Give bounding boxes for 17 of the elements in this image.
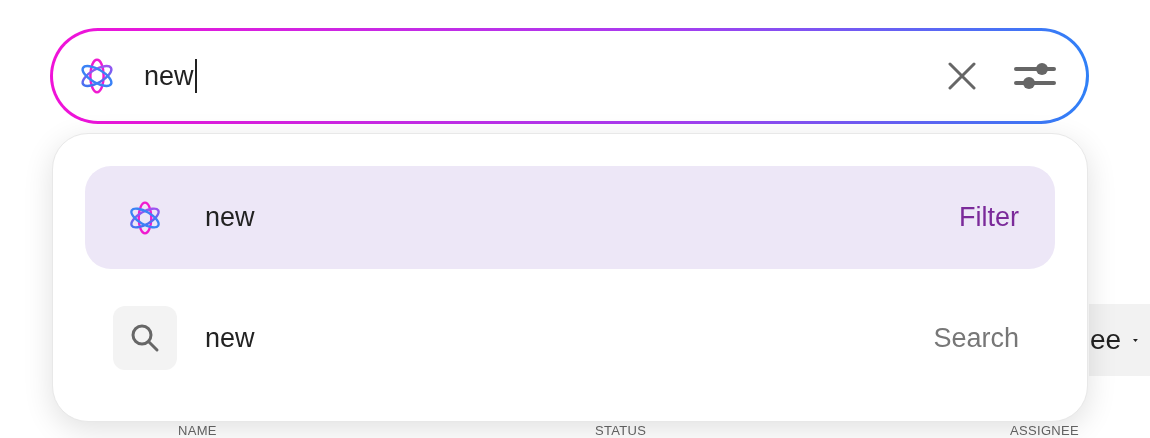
search-icon [130, 323, 160, 353]
sliders-icon[interactable] [1014, 63, 1056, 89]
suggestion-item[interactable]: new Filter [85, 166, 1055, 269]
suggestion-text: new [205, 201, 255, 235]
column-header: NAME [178, 424, 218, 437]
column-header: STATUS [595, 424, 648, 437]
search-input-text: new [144, 59, 197, 93]
column-header: ASSIGNEE [1010, 424, 1081, 437]
search-field[interactable]: new [53, 31, 1086, 121]
atom-icon [127, 199, 163, 236]
suggestion-action: Search [933, 321, 1019, 355]
suggestion-text: new [205, 321, 255, 355]
dropdown-button[interactable]: ee [1089, 304, 1150, 376]
close-icon[interactable] [948, 62, 976, 90]
suggestion-item[interactable]: new Search [85, 305, 1055, 371]
atom-icon [78, 57, 116, 95]
suggestion-action: Filter [959, 201, 1019, 235]
